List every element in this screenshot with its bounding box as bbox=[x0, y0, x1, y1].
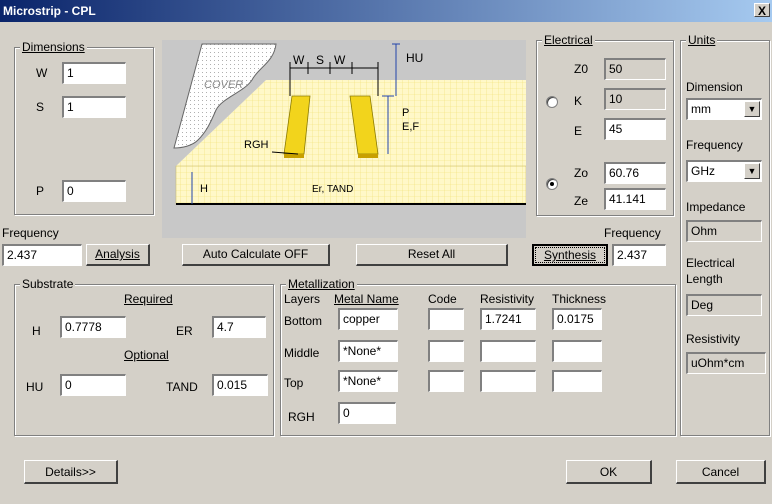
e-label: E bbox=[574, 124, 583, 138]
bottom-thickness-input[interactable]: 0.0175 bbox=[552, 308, 602, 330]
details-button[interactable]: Details>> bbox=[24, 460, 118, 484]
zo-ze-radio[interactable] bbox=[546, 178, 558, 190]
analysis-button[interactable]: Analysis bbox=[86, 244, 150, 266]
tand-input[interactable]: 0.015 bbox=[212, 374, 268, 396]
h-label: H bbox=[32, 324, 41, 338]
er-tand-diagram-label: Er, TAND bbox=[312, 184, 353, 195]
p-label: P bbox=[36, 184, 45, 198]
window-title: Microstrip - CPL bbox=[3, 4, 96, 18]
resistivity-header: Resistivity bbox=[480, 292, 535, 306]
code-header: Code bbox=[428, 292, 457, 306]
dimension-dropdown-chevron-icon[interactable]: ▼ bbox=[744, 101, 760, 117]
impedance-units-value: Ohm bbox=[686, 220, 762, 242]
title-bar: Microstrip - CPL bbox=[0, 0, 772, 22]
p-input[interactable]: 0 bbox=[62, 180, 126, 202]
electrical-group-label: Electrical bbox=[542, 33, 595, 47]
electrical-length-units-label-2: Length bbox=[686, 272, 723, 286]
w1-label: W bbox=[293, 53, 305, 67]
substrate-group-label: Substrate bbox=[20, 277, 76, 291]
frequency-units-select[interactable]: GHz ▼ bbox=[686, 160, 762, 182]
layers-header: Layers bbox=[284, 292, 321, 306]
bottom-layer-label: Bottom bbox=[284, 314, 323, 328]
frequency-units-label: Frequency bbox=[686, 138, 743, 152]
middle-layer-label: Middle bbox=[284, 346, 320, 360]
hu-input[interactable]: 0 bbox=[60, 374, 126, 396]
required-label: Required bbox=[124, 292, 173, 306]
er-label: ER bbox=[176, 324, 193, 338]
top-metal-input[interactable]: *None* bbox=[338, 370, 398, 392]
k-input[interactable]: 10 bbox=[604, 88, 666, 110]
dimension-units-select[interactable]: mm ▼ bbox=[686, 98, 762, 120]
cpl-diagram: COVER W S W HU P E,F RGH H Er, TAND bbox=[162, 40, 527, 238]
top-resistivity-input[interactable] bbox=[480, 370, 536, 392]
bottom-resistivity-input[interactable]: 1.7241 bbox=[480, 308, 536, 330]
middle-metal-input[interactable]: *None* bbox=[338, 340, 398, 362]
k-e-radio[interactable] bbox=[546, 96, 558, 108]
top-thickness-input[interactable] bbox=[552, 370, 602, 392]
tand-label: TAND bbox=[166, 380, 198, 394]
resistivity-units-label: Resistivity bbox=[686, 332, 741, 346]
dimension-units-label: Dimension bbox=[686, 80, 743, 94]
electrical-length-units-label-1: Electrical bbox=[686, 256, 735, 270]
frequency-input-right[interactable]: 2.437 bbox=[612, 244, 666, 266]
top-layer-label: Top bbox=[284, 376, 304, 390]
thickness-header: Thickness bbox=[552, 292, 607, 306]
w-label: W bbox=[36, 66, 48, 80]
resistivity-units-value: uOhm*cm bbox=[686, 352, 766, 374]
rgh-label: RGH bbox=[288, 410, 315, 424]
rgh-diagram-label: RGH bbox=[244, 139, 269, 151]
er-input[interactable]: 4.7 bbox=[212, 316, 266, 338]
z0-input[interactable]: 50 bbox=[604, 58, 666, 80]
ok-button[interactable]: OK bbox=[566, 460, 652, 484]
hu-diagram-label: HU bbox=[406, 51, 423, 65]
close-button[interactable]: X bbox=[754, 3, 770, 18]
units-group-label: Units bbox=[686, 33, 718, 47]
frequency-input-left[interactable]: 2.437 bbox=[2, 244, 82, 266]
cancel-button[interactable]: Cancel bbox=[676, 460, 766, 484]
w2-label: W bbox=[334, 53, 346, 67]
bottom-metal-input[interactable]: copper bbox=[338, 308, 398, 330]
middle-thickness-input[interactable] bbox=[552, 340, 602, 362]
ef-diagram-label: E,F bbox=[402, 121, 419, 133]
auto-calculate-button[interactable]: Auto Calculate OFF bbox=[182, 244, 330, 266]
zo-input[interactable]: 60.76 bbox=[604, 162, 666, 184]
hu-label: HU bbox=[26, 380, 44, 394]
rgh-input[interactable]: 0 bbox=[338, 402, 396, 424]
diagram-svg: COVER W S W HU P E,F RGH H Er, TAND bbox=[173, 43, 527, 205]
zo-label: Zo bbox=[574, 166, 589, 180]
dimensions-group-label: Dimensions bbox=[20, 40, 87, 54]
middle-resistivity-input[interactable] bbox=[480, 340, 536, 362]
w-input[interactable]: 1 bbox=[62, 62, 126, 84]
e-input[interactable]: 45 bbox=[604, 118, 666, 140]
s-label: S bbox=[36, 100, 45, 114]
h-diagram-label: H bbox=[200, 183, 208, 195]
middle-code-input[interactable] bbox=[428, 340, 464, 362]
bottom-code-input[interactable] bbox=[428, 308, 464, 330]
s-diagram-label: S bbox=[316, 53, 324, 67]
metal-name-header: Metal Name bbox=[334, 292, 399, 306]
ze-label: Ze bbox=[574, 194, 589, 208]
cover-label: COVER bbox=[204, 79, 243, 91]
synthesis-button-label: Synthesis bbox=[543, 248, 597, 262]
dimension-units-value: mm bbox=[691, 102, 711, 116]
top-code-input[interactable] bbox=[428, 370, 464, 392]
metallization-group-label: Metallization bbox=[286, 277, 357, 291]
synthesis-button[interactable]: Synthesis bbox=[532, 244, 608, 266]
ze-input[interactable]: 41.141 bbox=[604, 188, 666, 210]
frequency-units-value: GHz bbox=[691, 164, 715, 178]
impedance-units-label: Impedance bbox=[686, 200, 746, 214]
z0-label: Z0 bbox=[574, 62, 589, 76]
frequency-label-right: Frequency bbox=[604, 226, 661, 240]
reset-all-button[interactable]: Reset All bbox=[356, 244, 508, 266]
close-icon: X bbox=[757, 4, 766, 18]
h-input[interactable]: 0.7778 bbox=[60, 316, 126, 338]
electrical-length-units-value: Deg bbox=[686, 294, 762, 316]
optional-label: Optional bbox=[124, 348, 169, 362]
frequency-label-left: Frequency bbox=[2, 226, 59, 240]
p-diagram-label: P bbox=[402, 107, 409, 119]
frequency-dropdown-chevron-icon[interactable]: ▼ bbox=[744, 163, 760, 179]
k-label: K bbox=[574, 94, 583, 108]
s-input[interactable]: 1 bbox=[62, 96, 126, 118]
